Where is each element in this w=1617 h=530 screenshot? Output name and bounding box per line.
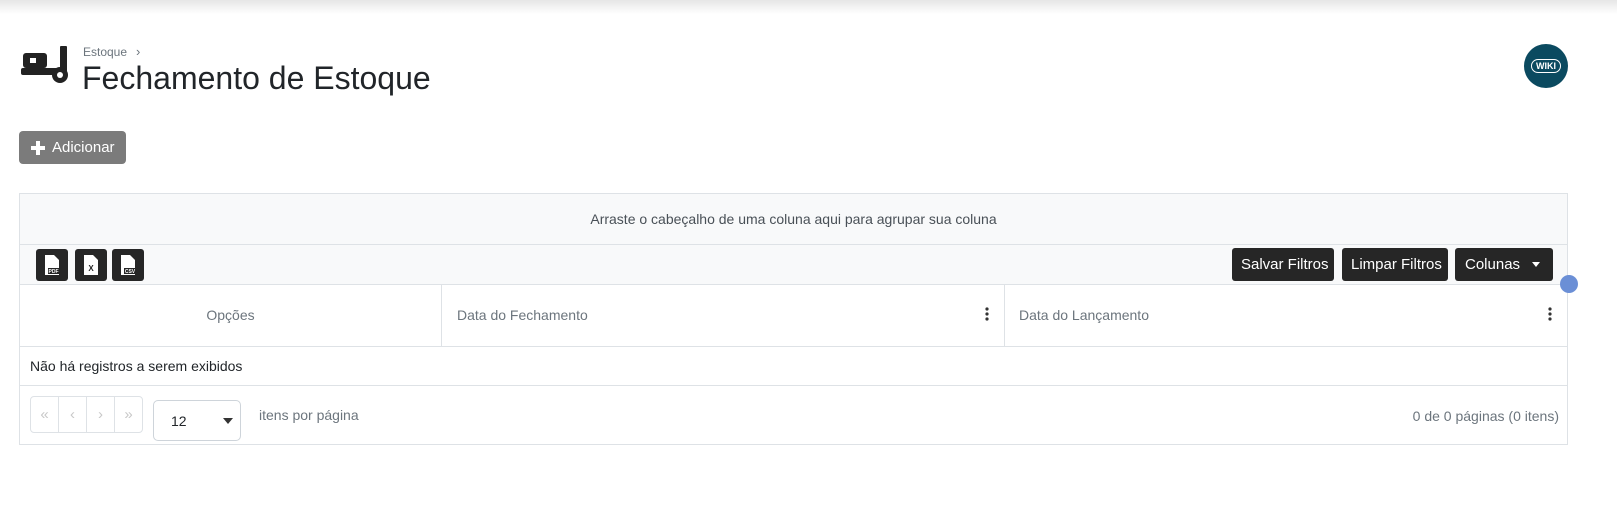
- save-filters-button[interactable]: Salvar Filtros: [1232, 248, 1334, 281]
- breadcrumb: Estoque ›: [83, 44, 140, 59]
- svg-text:CSV: CSV: [125, 269, 136, 275]
- svg-text:X: X: [88, 264, 94, 273]
- column-header-label: Data do Fechamento: [457, 307, 588, 323]
- wiki-label: WIKI: [1531, 59, 1561, 73]
- next-page-button[interactable]: ›: [87, 397, 115, 432]
- last-page-button[interactable]: »: [115, 397, 142, 432]
- clear-filters-label: Limpar Filtros: [1351, 256, 1442, 273]
- columns-label: Colunas: [1465, 256, 1521, 273]
- columns-dropdown-button[interactable]: Colunas: [1455, 248, 1553, 281]
- top-bar-shadow: [0, 0, 1617, 14]
- add-button-label: Adicionar: [52, 139, 115, 156]
- column-menu-icon[interactable]: [984, 306, 990, 322]
- per-page-label: itens por página: [259, 407, 359, 423]
- empty-message-row: Não há registros a serem exibidos: [20, 347, 1567, 386]
- chevron-down-icon: [223, 418, 233, 424]
- page-size-value: 12: [171, 412, 187, 429]
- page-size-select[interactable]: 12: [153, 400, 241, 441]
- floating-indicator[interactable]: [1560, 275, 1578, 293]
- add-button[interactable]: Adicionar: [19, 131, 126, 164]
- group-panel[interactable]: Arraste o cabeçalho de uma coluna aqui p…: [20, 194, 1567, 245]
- export-csv-button[interactable]: CSV: [112, 249, 144, 281]
- save-filters-label: Salvar Filtros: [1241, 256, 1329, 273]
- column-header-label: Opções: [206, 307, 255, 323]
- excel-file-icon: X: [84, 255, 98, 275]
- export-excel-button[interactable]: X: [75, 249, 107, 281]
- group-panel-text: Arraste o cabeçalho de uma coluna aqui p…: [590, 211, 997, 227]
- plus-icon: [31, 140, 45, 155]
- hand-truck-icon: [21, 46, 68, 83]
- page-info: 0 de 0 páginas (0 itens): [1412, 408, 1559, 424]
- chevron-down-icon: [1532, 262, 1540, 267]
- first-page-button[interactable]: «: [31, 397, 59, 432]
- empty-message: Não há registros a serem exibidos: [30, 358, 243, 374]
- grid-header-row: Opções Data do Fechamento Data do Lançam…: [20, 284, 1567, 347]
- breadcrumb-item-estoque[interactable]: Estoque: [83, 45, 127, 59]
- prev-page-button[interactable]: ‹: [59, 397, 87, 432]
- export-pdf-button[interactable]: PDF: [36, 249, 68, 281]
- svg-text:PDF: PDF: [49, 269, 59, 275]
- data-grid: Arraste o cabeçalho de uma coluna aqui p…: [19, 193, 1568, 445]
- grid-toolbar: PDF X CSV Salvar Filtros Limpar Filtros …: [20, 245, 1567, 285]
- csv-file-icon: CSV: [121, 255, 136, 275]
- column-header-data-fechamento[interactable]: Data do Fechamento: [442, 284, 1005, 346]
- breadcrumb-separator: ›: [136, 44, 141, 59]
- column-header-data-lancamento[interactable]: Data do Lançamento: [1005, 284, 1567, 346]
- clear-filters-button[interactable]: Limpar Filtros: [1342, 248, 1448, 281]
- pagination-controls: « ‹ › »: [30, 396, 143, 433]
- page-title: Fechamento de Estoque: [82, 60, 431, 96]
- column-menu-icon[interactable]: [1547, 306, 1553, 322]
- wiki-button[interactable]: WIKI: [1524, 44, 1568, 88]
- column-header-opcoes[interactable]: Opções: [20, 284, 442, 346]
- column-header-label: Data do Lançamento: [1019, 307, 1149, 323]
- pdf-file-icon: PDF: [45, 255, 59, 275]
